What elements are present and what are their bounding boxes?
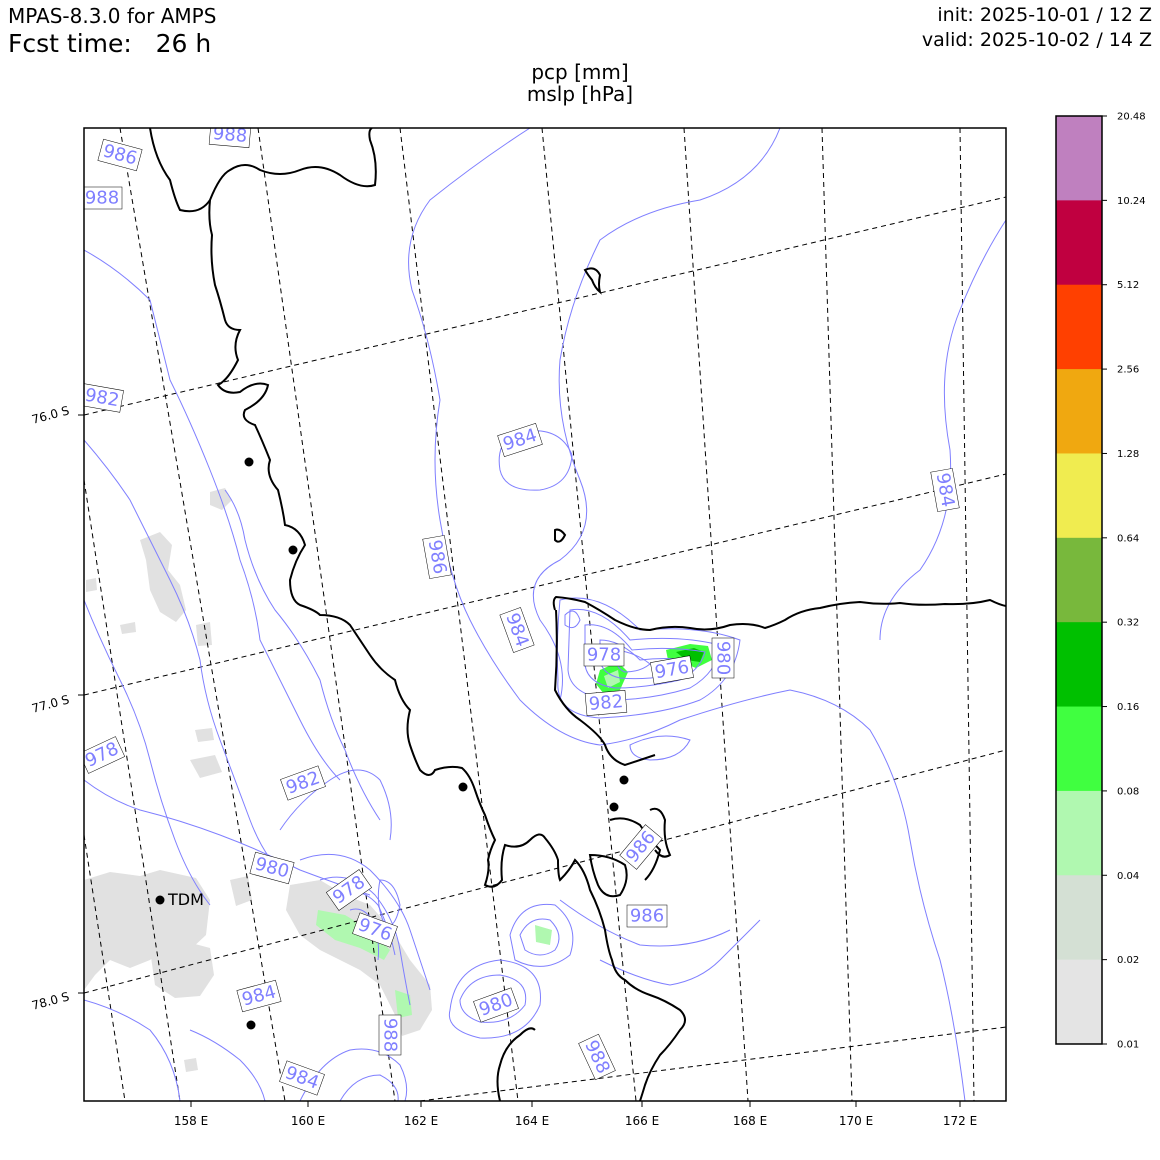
- isobar-label: 988: [212, 123, 248, 147]
- isobar-label: 988: [380, 1018, 401, 1052]
- colorbar-swatch: [1056, 453, 1102, 539]
- isobar-label: 978: [587, 645, 621, 666]
- colorbar-tick-label: 2.56: [1117, 365, 1139, 376]
- colorbar-tick-label: 0.64: [1117, 533, 1139, 544]
- station-marker: [609, 802, 619, 812]
- colorbar-swatch: [1056, 790, 1102, 876]
- colorbar-tick-label: 0.01: [1117, 1040, 1139, 1051]
- colorbar-swatch: [1056, 706, 1102, 792]
- lat-tick-label: 76.0 S: [30, 403, 70, 426]
- colorbar-tick-label: 10.24: [1117, 196, 1146, 207]
- lon-tick-label: 158 E: [174, 1114, 208, 1128]
- station-marker: [458, 782, 468, 792]
- isobar-label: 982: [588, 691, 624, 715]
- lon-tick-label: 170 E: [839, 1114, 873, 1128]
- lat-axis: 76.0 S 77.0 S 78.0 S: [30, 403, 84, 1013]
- colorbar-tick-label: 0.32: [1117, 618, 1139, 629]
- lon-tick-label: 162 E: [404, 1114, 438, 1128]
- station-label-tdm: TDM: [167, 890, 204, 909]
- map-area: [84, 128, 1006, 1101]
- colorbar-tick-label: 5.12: [1117, 280, 1139, 291]
- station-marker: [246, 1020, 256, 1030]
- lon-tick-label: 160 E: [291, 1114, 325, 1128]
- isobar-label: 980: [713, 641, 734, 675]
- lat-tick-label: 78.0 S: [30, 989, 70, 1012]
- station-marker-tdm: [155, 895, 165, 905]
- station-marker: [288, 545, 298, 555]
- colorbar-swatch: [1056, 284, 1102, 370]
- isobar-label: 986: [630, 906, 664, 927]
- colorbar-tick-label: 0.16: [1117, 702, 1139, 713]
- lat-tick-label: 77.0 S: [30, 692, 70, 715]
- station-marker: [244, 457, 254, 467]
- colorbar-swatch: [1056, 959, 1102, 1045]
- lon-tick-label: 166 E: [625, 1114, 659, 1128]
- colorbar-tick-label: 20.48: [1117, 112, 1146, 123]
- lon-tick-label: 168 E: [733, 1114, 767, 1128]
- colorbar-swatch: [1056, 622, 1102, 708]
- colorbar-swatch: [1056, 369, 1102, 454]
- colorbar-swatch: [1056, 116, 1102, 201]
- station-marker: [619, 775, 629, 785]
- isobar-label: 988: [85, 188, 119, 209]
- colorbar-swatch: [1056, 875, 1102, 961]
- map-figure: 986 988 988 982 984 986 984 984 978 976 …: [30, 112, 1146, 1129]
- colorbar-swatch: [1056, 200, 1102, 286]
- colorbar-tick-label: 0.04: [1117, 871, 1139, 882]
- lon-axis: 158 E 160 E 162 E 164 E 166 E 168 E 170 …: [174, 1101, 977, 1128]
- colorbar-tick-label: 1.28: [1117, 449, 1139, 460]
- colorbar-tick-label: 0.02: [1117, 955, 1139, 966]
- lon-tick-label: 172 E: [943, 1114, 977, 1128]
- colorbar: 20.48 10.24 5.12 2.56 1.28 0.64 0.32 0.16 0.08 0.…: [1055, 112, 1146, 1051]
- colorbar-tick-label: 0.08: [1117, 786, 1139, 797]
- colorbar-swatch: [1056, 537, 1102, 623]
- lon-tick-label: 164 E: [515, 1114, 549, 1128]
